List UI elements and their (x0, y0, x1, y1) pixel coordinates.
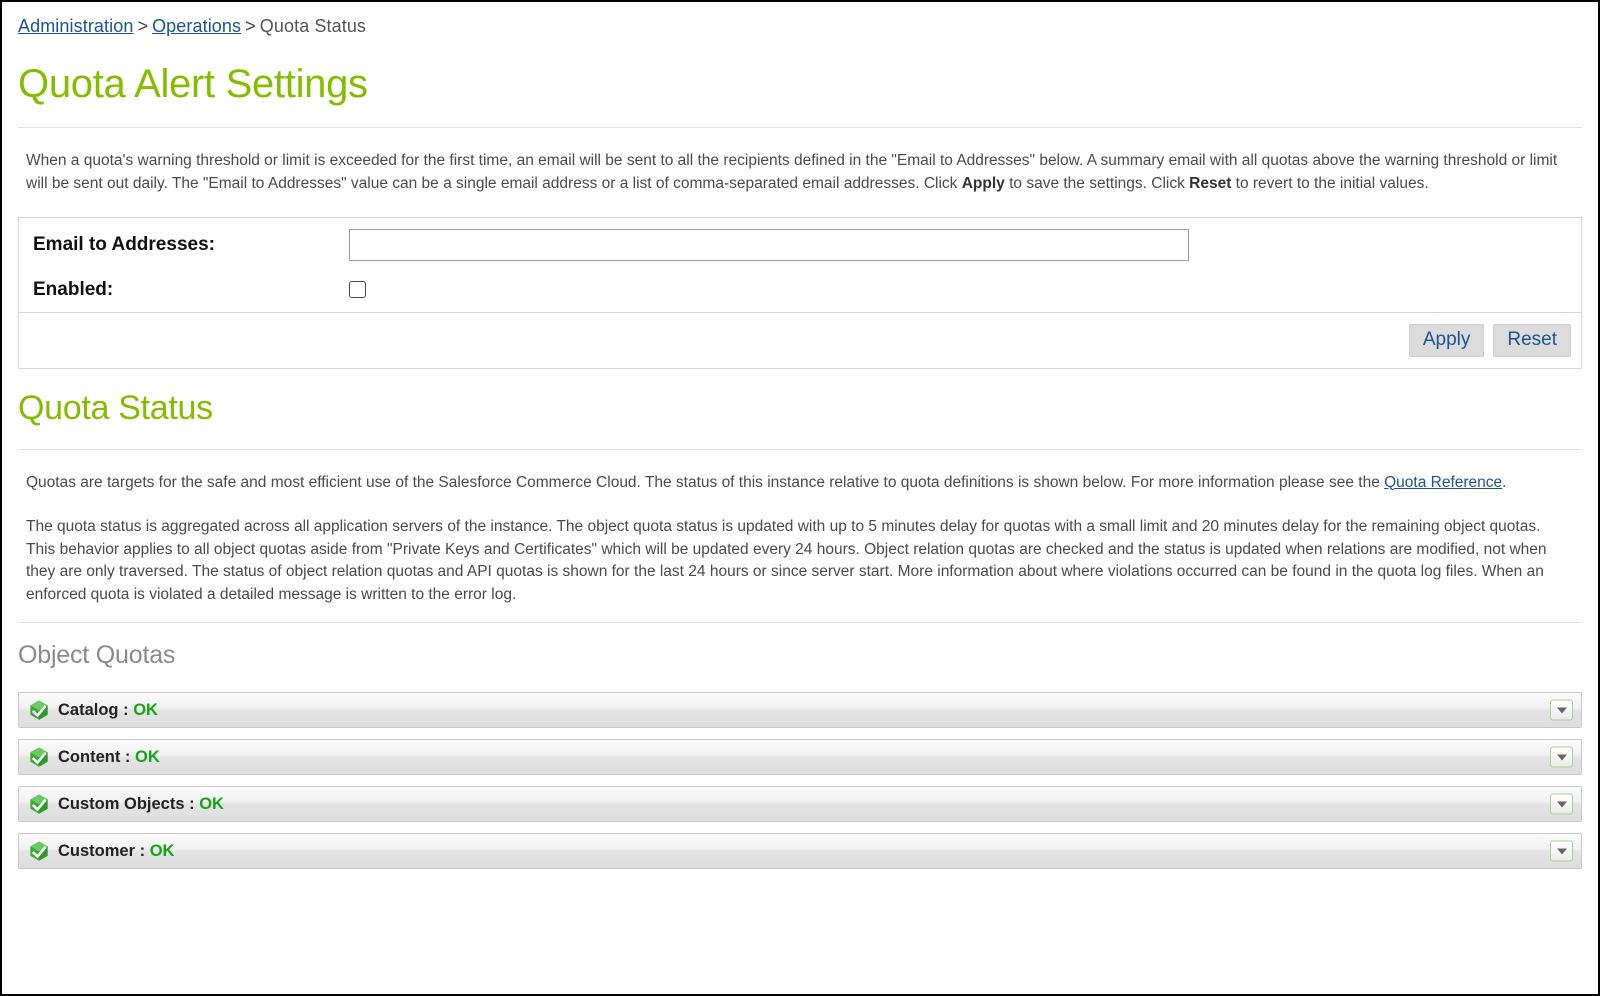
quota-intro-part-1: Quotas are targets for the safe and most… (26, 473, 1385, 491)
object-quotas-accordion: Catalog : OK Content : OK Custom Objects… (18, 692, 1582, 870)
form-footer-actions: Apply Reset (19, 312, 1581, 368)
section-title-object-quotas: Object Quotas (18, 641, 176, 670)
enabled-checkbox[interactable] (349, 281, 366, 298)
page-title-quota-alert-settings: Quota Alert Settings (18, 62, 368, 106)
quota-row-expand-button[interactable] (1550, 746, 1573, 768)
breadcrumb-link-operations[interactable]: Operations (152, 16, 241, 36)
reset-button[interactable]: Reset (1493, 323, 1571, 358)
quota-row-left: Catalog : OK (28, 699, 158, 721)
email-to-addresses-row: Email to Addresses: (19, 218, 1581, 267)
breadcrumb-link-administration[interactable]: Administration (18, 16, 133, 36)
alert-desc-part-3: to revert to the initial values. (1231, 174, 1429, 192)
chevron-down-icon (1556, 754, 1567, 761)
quota-row-expand-button[interactable] (1550, 840, 1573, 862)
quota-row-expand-button[interactable] (1550, 793, 1573, 815)
quota-row-title: Content : OK (58, 748, 160, 767)
quota-reference-link[interactable]: Quota Reference (1384, 474, 1502, 491)
enabled-row: Enabled: (19, 267, 1581, 312)
breadcrumb-current-quota-status: Quota Status (259, 16, 367, 36)
quota-row-separator: : (118, 700, 134, 719)
chevron-down-icon (1556, 707, 1567, 714)
quota-status-details: The quota status is aggregated across al… (26, 518, 1547, 603)
alert-desc-reset-bold: Reset (1189, 174, 1232, 192)
page-root: Administration > Operations > Quota Status Q… (0, 0, 1600, 996)
email-to-addresses-label: Email to Addresses: (33, 233, 215, 255)
quota-row-status: OK (135, 747, 160, 766)
divider-under-quota-status-title (18, 448, 1582, 450)
quota-row-title: Catalog : OK (58, 701, 158, 720)
alert-desc-apply-bold: Apply (961, 174, 1005, 192)
alert-settings-description: When a quota's warning threshold or limi… (26, 150, 1568, 195)
quota-row-title: Custom Objects : OK (58, 795, 224, 814)
chevron-down-icon (1556, 801, 1567, 808)
apply-button[interactable]: Apply (1408, 323, 1485, 358)
breadcrumb-separator-2: > (245, 16, 256, 36)
divider-above-object-quotas (18, 622, 1582, 624)
quota-intro-part-2: . (1502, 473, 1507, 491)
quota-accordion-row-catalog[interactable]: Catalog : OK (18, 692, 1582, 729)
green-check-badge-icon (30, 700, 48, 720)
quota-row-name: Customer (58, 841, 136, 860)
green-check-badge-icon (30, 747, 48, 767)
quota-row-left: Customer : OK (28, 840, 174, 862)
quota-row-separator: : (184, 794, 200, 813)
green-check-badge-icon (30, 794, 48, 814)
quota-row-name: Catalog (58, 700, 119, 719)
quota-row-separator: : (120, 747, 135, 766)
quota-row-expand-button[interactable] (1550, 699, 1573, 721)
divider-under-title (18, 127, 1582, 128)
quota-accordion-row-content[interactable]: Content : OK (18, 739, 1582, 776)
quota-row-separator: : (135, 841, 150, 860)
green-check-badge-icon (30, 841, 48, 861)
quota-alert-settings-form: Email to Addresses: Enabled: Apply Reset (18, 217, 1582, 369)
quota-row-status: OK (133, 700, 158, 719)
alert-desc-part-2: to save the settings. Click (1004, 174, 1190, 192)
quota-row-status: OK (149, 841, 175, 860)
quota-row-name: Custom Objects (58, 794, 185, 813)
quota-status-intro: Quotas are targets for the safe and most… (26, 472, 1568, 495)
quota-row-left: Content : OK (28, 746, 160, 768)
chevron-down-icon (1556, 848, 1567, 855)
quota-row-status: OK (199, 794, 224, 813)
quota-accordion-row-custom-objects[interactable]: Custom Objects : OK (18, 786, 1582, 823)
quota-row-left: Custom Objects : OK (28, 793, 224, 815)
breadcrumb-separator-1: > (137, 16, 149, 36)
quota-row-title: Customer : OK (58, 842, 174, 861)
section-title-quota-status: Quota Status (18, 389, 213, 427)
quota-accordion-row-customer[interactable]: Customer : OK (18, 833, 1582, 870)
breadcrumb: Administration > Operations > Quota Status (16, 2, 1584, 37)
quota-row-name: Content (58, 747, 121, 766)
email-to-addresses-input[interactable] (349, 228, 1189, 261)
enabled-label: Enabled: (33, 278, 114, 300)
